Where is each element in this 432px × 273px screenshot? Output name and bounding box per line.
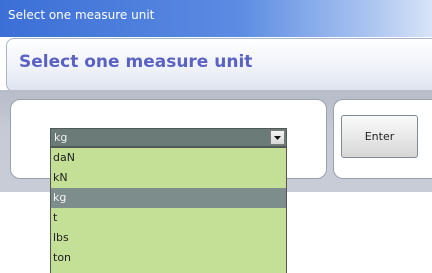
window-title: Select one measure unit [8, 8, 155, 22]
dropdown-option-dan[interactable]: daN [51, 148, 286, 168]
enter-button[interactable]: Enter [341, 115, 418, 158]
dropdown-option-kn[interactable]: kN [51, 168, 286, 188]
dialog-window: Select one measure unit Select one measu… [0, 0, 432, 273]
unit-combobox[interactable]: kg [50, 128, 287, 147]
dropdown-option-t[interactable]: t [51, 208, 286, 228]
chevron-down-icon[interactable] [270, 130, 285, 145]
header-panel: Select one measure unit [6, 38, 432, 92]
dropdown-option-kg[interactable]: kg [51, 188, 286, 208]
dropdown-option-lbs[interactable]: lbs [51, 228, 286, 248]
unit-dropdown-list: daN kN kg t lbs ton [50, 147, 287, 273]
page-title: Select one measure unit [19, 52, 253, 72]
title-bar[interactable]: Select one measure unit [0, 0, 432, 37]
dropdown-option-ton[interactable]: ton [51, 248, 286, 268]
combobox-value: kg [54, 131, 68, 144]
